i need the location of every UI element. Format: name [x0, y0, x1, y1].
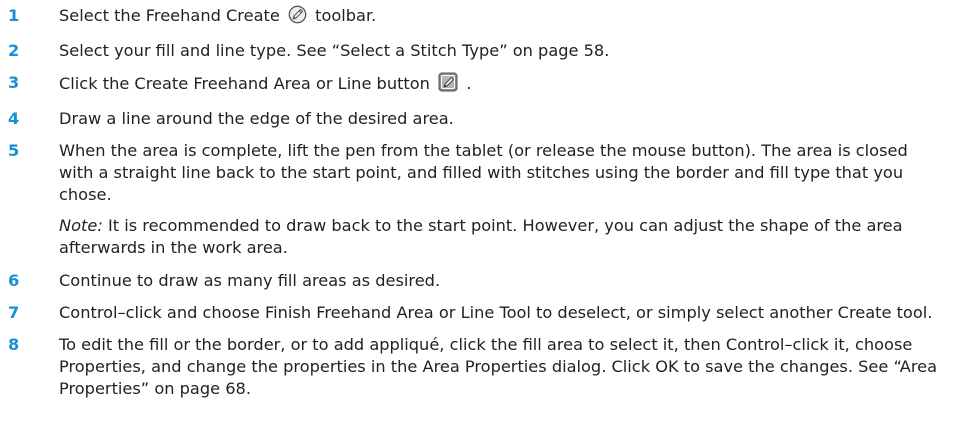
step-text: Select your fill and line type. See “Sel…	[59, 41, 610, 60]
create-freehand-area-button-icon	[438, 72, 458, 98]
note-label: Note:	[59, 216, 103, 235]
step-body: Select your fill and line type. See “Sel…	[59, 40, 939, 62]
step-number: 1	[8, 6, 20, 25]
step-text: When the area is complete, lift the pen …	[59, 141, 908, 204]
step-7: 7 Control–click and choose Finish Freeha…	[0, 302, 967, 324]
step-text: Select the Freehand Create	[59, 6, 280, 25]
step-number: 2	[8, 41, 20, 60]
step-body: Continue to draw as many fill areas as d…	[59, 270, 939, 292]
step-1: 1 Select the Freehand Create toolbar.	[0, 5, 967, 30]
step-number: 4	[8, 109, 20, 128]
step-2: 2 Select your fill and line type. See “S…	[0, 40, 967, 62]
step-text: Click the Create Freehand Area or Line b…	[59, 74, 430, 93]
step-body: Click the Create Freehand Area or Line b…	[59, 72, 939, 98]
step-body: Select the Freehand Create toolbar.	[59, 5, 939, 30]
step-body: When the area is complete, lift the pen …	[59, 140, 939, 259]
step-body: To edit the fill or the border, or to ad…	[59, 334, 939, 400]
step-3: 3 Click the Create Freehand Area or Line…	[0, 72, 967, 98]
step-body: Control–click and choose Finish Freehand…	[59, 302, 939, 324]
step-6: 6 Continue to draw as many fill areas as…	[0, 270, 967, 292]
step-number: 7	[8, 303, 20, 322]
step-text: Control–click and choose Finish Freehand…	[59, 303, 933, 322]
step-number: 3	[8, 73, 20, 92]
step-text: Continue to draw as many fill areas as d…	[59, 271, 441, 290]
instruction-page: 1 Select the Freehand Create toolbar. 2 …	[0, 0, 967, 444]
step-number: 5	[8, 141, 20, 160]
step-body: Draw a line around the edge of the desir…	[59, 108, 939, 130]
step-8: 8 To edit the fill or the border, or to …	[0, 334, 967, 400]
step-text-tail: .	[466, 74, 472, 93]
step-text: To edit the fill or the border, or to ad…	[59, 335, 938, 398]
step-5: 5 When the area is complete, lift the pe…	[0, 140, 967, 259]
step-number: 6	[8, 271, 20, 290]
step-note: Note: It is recommended to draw back to …	[59, 215, 939, 259]
freehand-create-toolbar-icon	[288, 5, 307, 30]
step-number: 8	[8, 335, 20, 354]
step-4: 4 Draw a line around the edge of the des…	[0, 108, 967, 130]
step-text-tail: toolbar.	[315, 6, 377, 25]
steps-list: 1 Select the Freehand Create toolbar. 2 …	[0, 5, 967, 400]
note-text: It is recommended to draw back to the st…	[59, 216, 903, 257]
step-text: Draw a line around the edge of the desir…	[59, 109, 454, 128]
